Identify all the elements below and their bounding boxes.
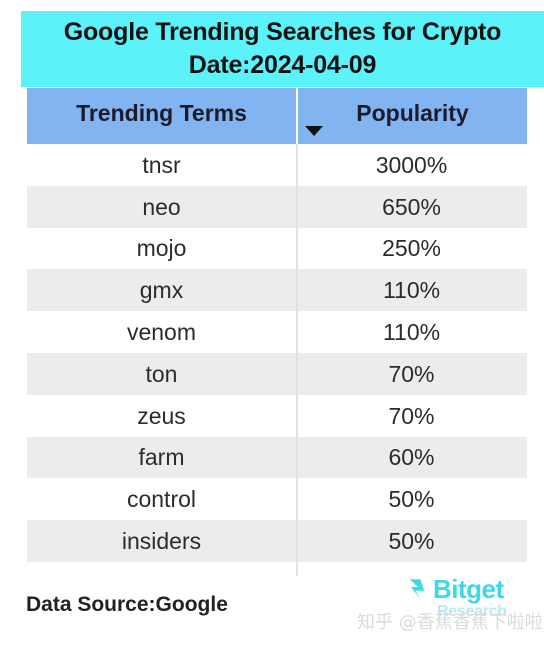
cell-popularity: 70% — [388, 360, 435, 387]
table-row[interactable]: farm 60% — [27, 436, 527, 479]
table-row[interactable]: tnsr 3000% — [27, 144, 527, 186]
bitget-logo: Bitget — [404, 576, 504, 603]
cell-popularity: 250% — [382, 235, 441, 262]
zhihu-watermark: 知乎 @香蕉香蕉下啦啦 — [357, 612, 543, 633]
table-header-row: Trending Terms Popularity — [27, 88, 527, 144]
cell-term: mojo — [136, 235, 187, 262]
table-row[interactable]: neo 650% — [27, 185, 527, 228]
cell-term: zeus — [137, 402, 186, 429]
column-header-label: Trending Terms — [76, 99, 247, 126]
footer: Data Source:Google Bitget Research 知乎 @香… — [0, 576, 544, 645]
cell-popularity: 3000% — [375, 151, 448, 178]
cell-popularity: 60% — [388, 444, 435, 471]
table-row[interactable]: mojo 250% — [27, 227, 527, 270]
table-row[interactable]: control 50% — [27, 478, 527, 521]
cell-popularity: 650% — [382, 193, 441, 220]
column-header-popularity[interactable]: Popularity — [298, 88, 527, 144]
cell-term: insiders — [121, 528, 202, 555]
column-header-label: Popularity — [356, 99, 469, 126]
cell-popularity: 50% — [388, 528, 435, 555]
chevron-down-icon[interactable] — [305, 126, 323, 136]
cell-term: ton — [145, 360, 178, 387]
table-row[interactable]: insiders 50% — [27, 520, 527, 562]
cell-term: tnsr — [142, 151, 181, 178]
cell-popularity: 110% — [382, 319, 441, 346]
cell-term: farm — [138, 444, 185, 471]
cell-term: gmx — [139, 277, 184, 304]
cell-popularity: 70% — [388, 402, 435, 429]
table-row[interactable]: zeus 70% — [27, 394, 527, 437]
cell-popularity: 110% — [382, 277, 441, 304]
cell-term: control — [126, 486, 197, 513]
table-row[interactable]: venom 110% — [27, 311, 527, 353]
cell-term: venom — [126, 319, 197, 346]
column-divider-tail — [296, 561, 298, 576]
data-source-label: Data Source:Google — [26, 593, 228, 616]
trending-table: Trending Terms Popularity tnsr 3000% neo… — [27, 88, 527, 576]
title-banner: Google Trending Searches for Crypto Date… — [21, 11, 544, 87]
table-row[interactable]: ton 70% — [27, 352, 527, 395]
column-header-trending-terms[interactable]: Trending Terms — [27, 88, 296, 144]
table-row[interactable]: gmx 110% — [27, 269, 527, 312]
bitget-swoosh-icon — [409, 579, 425, 600]
cell-popularity: 50% — [388, 486, 435, 513]
page-title-line-1: Google Trending Searches for Crypto — [63, 18, 502, 46]
table-body: tnsr 3000% neo 650% mojo 250% gmx 110% v… — [27, 144, 527, 576]
page-title-line-2: Date:2024-04-09 — [188, 51, 377, 79]
bitget-wordmark: Bitget — [433, 574, 504, 604]
cell-term: neo — [142, 193, 181, 220]
